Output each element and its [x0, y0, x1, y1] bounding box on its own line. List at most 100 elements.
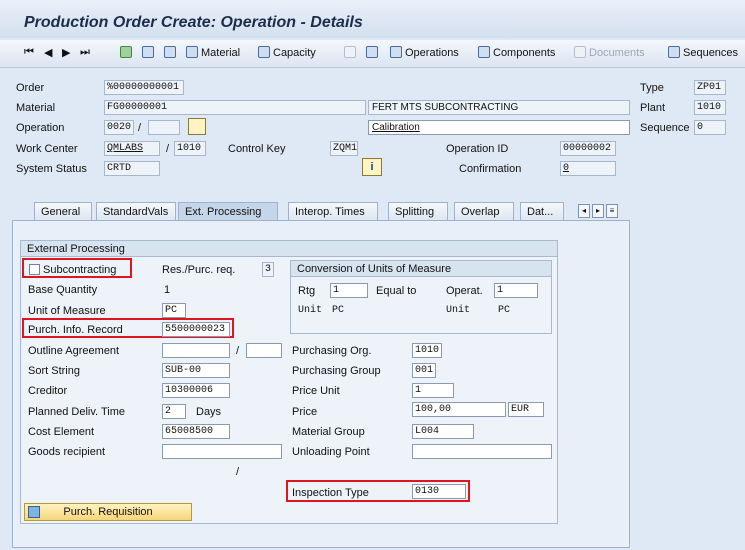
tab-standardvals[interactable]: StandardVals — [96, 202, 176, 222]
purchasing-org-field[interactable]: 1010 — [412, 343, 442, 358]
uom-label: Unit of Measure — [28, 305, 106, 317]
suboperation-field[interactable] — [148, 120, 180, 135]
rtg-field[interactable]: 1 — [330, 283, 368, 298]
type-field[interactable]: ZP01 — [694, 80, 726, 95]
material-description: FERT MTS SUBCONTRACTING — [368, 100, 630, 115]
capacity-button[interactable]: Capacity — [258, 46, 316, 59]
inspection-type-field[interactable]: 0130 — [412, 484, 466, 499]
tab-general[interactable]: General — [34, 202, 92, 222]
list-icon[interactable] — [164, 46, 179, 59]
operationid-field[interactable]: 00000002 — [560, 141, 616, 156]
unloading-point-field[interactable] — [412, 444, 552, 459]
unloading-point-label: Unloading Point — [292, 446, 370, 458]
outline-agreement-item-field[interactable] — [246, 343, 282, 358]
material-button[interactable]: Material — [186, 46, 240, 59]
components-button[interactable]: Components — [478, 46, 555, 59]
subcontracting-checkbox[interactable] — [29, 264, 40, 275]
info-icon[interactable]: i — [362, 158, 382, 176]
controlkey-label: Control Key — [228, 143, 286, 155]
equal-to-label: Equal to — [376, 285, 417, 297]
price-label: Price — [292, 406, 318, 418]
price-field[interactable]: 100,00 — [412, 402, 506, 417]
purch-requisition-button[interactable]: Purch. Requisition — [24, 503, 192, 521]
previous-page-button[interactable]: ◀ — [44, 46, 52, 59]
sequence-field[interactable]: 0 — [694, 120, 726, 135]
systemstatus-field[interactable]: CRTD — [104, 161, 160, 176]
tab-scroll-left-icon[interactable]: ◂ — [578, 204, 590, 218]
purchasing-group-label: Purchasing Group — [292, 365, 381, 377]
conversion-header: Conversion of Units of Measure — [291, 261, 551, 277]
operation-field[interactable]: 0020 — [104, 120, 134, 135]
edit-icon[interactable] — [188, 118, 206, 135]
tab-ext-processing[interactable]: Ext. Processing — [178, 202, 278, 222]
outline-agreement-field[interactable] — [162, 343, 230, 358]
tab-interop-times[interactable]: Interop. Times — [288, 202, 378, 222]
respurc-field[interactable]: 3 — [262, 262, 274, 277]
documents-button[interactable]: Documents — [574, 46, 645, 59]
unit-label-2: Unit — [446, 305, 471, 316]
sortstring-field[interactable]: SUB-00 — [162, 363, 230, 378]
operationid-label: Operation ID — [446, 143, 509, 155]
outline-agreement-separator: / — [236, 345, 240, 357]
price-unit-label: Price Unit — [292, 385, 340, 397]
type-label: Type — [640, 82, 664, 94]
slash-separator: / — [236, 466, 240, 478]
material-group-field[interactable]: L004 — [412, 424, 474, 439]
workcenter-separator: / — [166, 143, 170, 155]
components-icon — [478, 46, 490, 58]
material-group-label: Material Group — [292, 426, 365, 438]
plant-field[interactable]: 1010 — [694, 100, 726, 115]
tab-scroll-right-icon[interactable]: ▸ — [592, 204, 604, 218]
application-toolbar: ⏮ ◀ ▶ ⏭ Material Capacity Operations Com… — [0, 40, 745, 68]
material-icon — [186, 46, 198, 58]
first-page-button[interactable]: ⏮ — [24, 46, 34, 59]
goods-recipient-label: Goods recipient — [28, 446, 106, 458]
workcenter-plant-field[interactable]: 1010 — [174, 141, 206, 156]
hierarchy-gray-icon[interactable] — [344, 46, 359, 59]
sortstring-label: Sort String — [28, 365, 80, 377]
confirmation-label: Confirmation — [459, 163, 522, 175]
tab-overlap[interactable]: Overlap — [454, 202, 514, 222]
unit-value-2: PC — [498, 305, 511, 316]
tab-dates[interactable]: Dat... — [520, 202, 564, 222]
flag-icon[interactable] — [120, 46, 135, 59]
purch-info-record-field[interactable]: 5500000023 — [162, 322, 230, 337]
order-field[interactable]: %00000000001 — [104, 80, 184, 95]
hierarchy-icon[interactable] — [142, 46, 157, 59]
operation-separator: / — [138, 122, 142, 134]
currency-field[interactable]: EUR — [508, 402, 544, 417]
tab-list-icon[interactable]: ≡ — [606, 204, 618, 218]
goods-recipient-field[interactable] — [162, 444, 282, 459]
purchasing-org-label: Purchasing Org. — [292, 345, 372, 357]
purchasing-group-field[interactable]: 001 — [412, 363, 436, 378]
basequantity-label: Base Quantity — [28, 284, 98, 296]
controlkey-field[interactable]: ZQM1 — [330, 141, 358, 156]
external-processing-header: External Processing — [21, 241, 557, 257]
subcontracting-label: Subcontracting — [43, 264, 117, 276]
next-page-button[interactable]: ▶ — [62, 46, 70, 59]
sequences-button[interactable]: Sequences — [668, 46, 738, 59]
confirmation-field[interactable]: 0 — [560, 161, 616, 176]
systemstatus-label: System Status — [16, 163, 87, 175]
outline-agreement-label: Outline Agreement — [28, 345, 120, 357]
operat-field[interactable]: 1 — [494, 283, 538, 298]
basequantity-value: 1 — [164, 284, 171, 296]
material-field[interactable]: FG00000001 — [104, 100, 366, 115]
tab-splitting[interactable]: Splitting — [388, 202, 448, 222]
requisition-icon — [28, 506, 40, 518]
last-page-button[interactable]: ⏭ — [80, 46, 90, 59]
price-unit-field[interactable]: 1 — [412, 383, 454, 398]
creditor-field[interactable]: 10300006 — [162, 383, 230, 398]
uom-field[interactable]: PC — [162, 303, 186, 318]
operat-label: Operat. — [446, 285, 483, 297]
operation-label: Operation — [16, 122, 65, 134]
workcenter-field[interactable]: QMLABS — [104, 141, 160, 156]
operations-button[interactable]: Operations — [390, 46, 459, 59]
page-title: Production Order Create: Operation - Det… — [24, 14, 363, 31]
operation-description[interactable]: Calibration — [368, 120, 630, 135]
planned-delivery-field[interactable]: 2 — [162, 404, 186, 419]
costelement-field[interactable]: 65008500 — [162, 424, 230, 439]
print-icon[interactable] — [366, 46, 381, 59]
tab-strip: General StandardVals Ext. Processing Int… — [12, 202, 632, 222]
sequences-icon — [668, 46, 680, 58]
